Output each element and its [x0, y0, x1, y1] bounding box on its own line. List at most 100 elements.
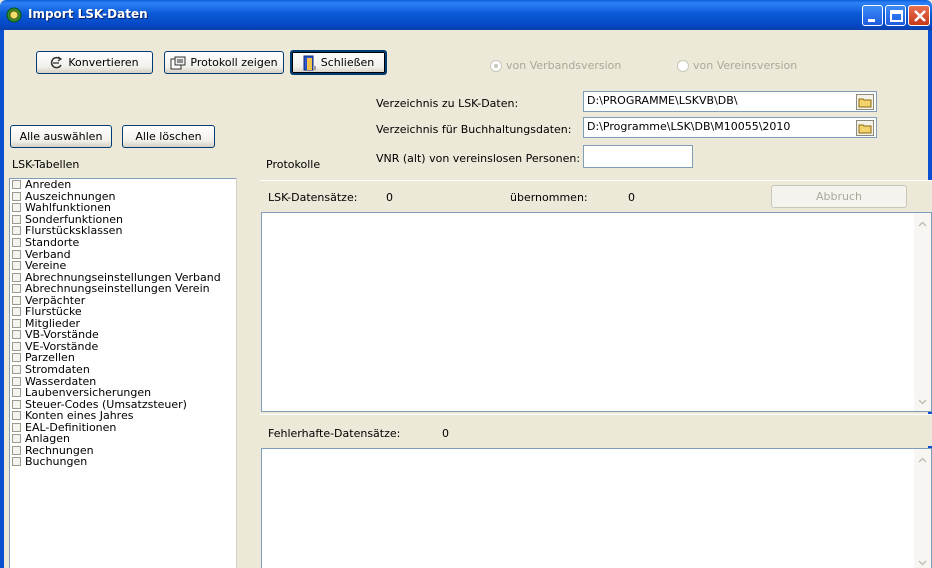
checklist-item[interactable]: Abrechnungseinstellungen Verband — [10, 271, 236, 283]
checklist-item-label: Wahlfunktionen — [25, 201, 111, 215]
checklist-item[interactable]: Wahlfunktionen — [10, 202, 236, 214]
checklist-item[interactable]: Mitglieder — [10, 318, 236, 330]
checkbox-unchecked-icon[interactable] — [12, 376, 21, 386]
lsk-datensaetze-label: LSK-Datensätze: — [268, 191, 358, 204]
fehler-protokoll-textarea[interactable] — [261, 448, 932, 568]
minimize-icon — [868, 19, 875, 22]
checklist-item[interactable]: Flurstücksklassen — [10, 225, 236, 237]
checklist-item-label: Steuer-Codes (Umsatzsteuer) — [25, 397, 187, 411]
scroll-down-icon[interactable] — [917, 557, 928, 568]
vertical-scrollbar[interactable] — [914, 213, 931, 411]
checkbox-unchecked-icon[interactable] — [12, 353, 21, 363]
checklist-item[interactable]: Vereine — [10, 260, 236, 272]
checkbox-unchecked-icon[interactable] — [12, 180, 21, 190]
maximize-button[interactable] — [885, 5, 906, 26]
checkbox-unchecked-icon[interactable] — [12, 203, 21, 213]
checkbox-unchecked-icon[interactable] — [12, 318, 21, 328]
konvertieren-label: Konvertieren — [68, 56, 139, 69]
checklist-item-label: Mitglieder — [25, 316, 80, 330]
minimize-button[interactable] — [862, 5, 883, 26]
checklist-item[interactable]: VE-Vorstände — [10, 341, 236, 353]
checklist-item[interactable]: Abrechnungseinstellungen Verein — [10, 283, 236, 295]
folder-browse-icon[interactable] — [856, 120, 874, 136]
checklist-item[interactable]: Verband — [10, 248, 236, 260]
schliessen-button[interactable]: Schließen — [290, 50, 387, 75]
checkbox-unchecked-icon[interactable] — [12, 249, 21, 259]
abbruch-button[interactable]: Abbruch — [771, 185, 907, 208]
checkbox-unchecked-icon[interactable] — [12, 457, 21, 467]
folder-browse-icon[interactable] — [856, 94, 874, 110]
lsk-protokoll-textarea[interactable] — [261, 212, 932, 412]
lsk-tabellen-header: LSK-Tabellen — [12, 158, 80, 171]
checklist-item[interactable]: Wasserdaten — [10, 375, 236, 387]
checkbox-unchecked-icon[interactable] — [12, 284, 21, 294]
scroll-down-icon[interactable] — [917, 396, 928, 407]
lsk-path-field[interactable]: D:\PROGRAMME\LSKVB\DB\ — [583, 91, 877, 112]
checkbox-unchecked-icon[interactable] — [12, 295, 21, 305]
checklist-item[interactable]: Buchungen — [10, 456, 236, 468]
checkbox-unchecked-icon[interactable] — [12, 422, 21, 432]
checklist-item-label: Wasserdaten — [25, 374, 97, 388]
checklist-item[interactable]: Laubenversicherungen — [10, 387, 236, 399]
checklist-item[interactable]: Verpächter — [10, 294, 236, 306]
checklist-item-label: Vereine — [25, 259, 67, 273]
scroll-up-icon[interactable] — [917, 455, 928, 466]
lsk-tabellen-checklist[interactable]: Anreden Auszeichnungen Wahlfunktionen Sonde… — [9, 178, 236, 568]
checklist-item-label: Verband — [25, 247, 71, 261]
checklist-item[interactable]: Parzellen — [10, 352, 236, 364]
checklist-item[interactable]: Konten eines Jahres — [10, 410, 236, 422]
checklist-item[interactable]: Flurstücke — [10, 306, 236, 318]
checkbox-unchecked-icon[interactable] — [12, 191, 21, 201]
fehlerhafte-header: Fehlerhafte-Datensätze: 0 — [260, 414, 932, 446]
checkbox-unchecked-icon[interactable] — [12, 411, 21, 421]
scroll-up-icon[interactable] — [917, 219, 928, 230]
checklist-item-label: Konten eines Jahres — [25, 409, 134, 423]
checkbox-unchecked-icon[interactable] — [12, 341, 21, 351]
checkbox-unchecked-icon[interactable] — [12, 272, 21, 282]
checklist-item[interactable]: Stromdaten — [10, 364, 236, 376]
checklist-item[interactable]: VB-Vorstände — [10, 329, 236, 341]
checkbox-unchecked-icon[interactable] — [12, 226, 21, 236]
checkbox-unchecked-icon[interactable] — [12, 330, 21, 340]
konvertieren-button[interactable]: Konvertieren — [36, 51, 153, 74]
checklist-item[interactable]: Sonderfunktionen — [10, 214, 236, 226]
close-window-button[interactable] — [908, 5, 930, 26]
uebernommen-value: 0 — [628, 191, 635, 204]
radio-unchecked-icon — [677, 59, 689, 72]
checklist-item-label: VB-Vorstände — [25, 328, 99, 342]
checkbox-unchecked-icon[interactable] — [12, 238, 21, 247]
checkbox-unchecked-icon[interactable] — [12, 214, 21, 224]
checkbox-unchecked-icon[interactable] — [12, 445, 21, 455]
checklist-item-label: Standorte — [25, 236, 80, 249]
checklist-item[interactable]: Anlagen — [10, 433, 236, 445]
checklist-item[interactable]: Auszeichnungen — [10, 191, 236, 203]
checkbox-unchecked-icon[interactable] — [12, 388, 21, 398]
checklist-item-label: Abrechnungseinstellungen Verband — [25, 270, 221, 284]
checklist-item[interactable]: EAL-Definitionen — [10, 421, 236, 433]
close-icon — [914, 10, 926, 22]
checklist-item-label: Abrechnungseinstellungen Verein — [25, 282, 210, 296]
vnr-input[interactable] — [583, 145, 693, 168]
checklist-item[interactable]: Anreden — [10, 179, 236, 191]
checklist-item-label: Anlagen — [25, 432, 71, 446]
checkbox-unchecked-icon[interactable] — [12, 365, 21, 375]
checklist-item[interactable]: Steuer-Codes (Umsatzsteuer) — [10, 398, 236, 410]
checklist-item-label: EAL-Definitionen — [25, 420, 117, 434]
checkbox-unchecked-icon[interactable] — [12, 307, 21, 317]
title-bar[interactable]: Import LSK-Daten — [0, 0, 932, 30]
checklist-item[interactable]: Standorte — [10, 237, 236, 249]
checkbox-unchecked-icon[interactable] — [12, 434, 21, 444]
checklist-item-label: Rechnungen — [25, 443, 94, 457]
radio-verbandsversion[interactable]: von Verbandsversion — [490, 59, 621, 72]
splitter[interactable] — [236, 178, 260, 568]
radio-vereinsversion[interactable]: von Vereinsversion — [677, 59, 797, 72]
checkbox-unchecked-icon[interactable] — [12, 261, 21, 271]
vertical-scrollbar[interactable] — [914, 449, 931, 568]
buchhaltung-path-field[interactable]: D:\Programme\LSK\DB\M10055\2010 — [583, 117, 877, 138]
alle-loeschen-button[interactable]: Alle löschen — [122, 125, 215, 148]
checkbox-unchecked-icon[interactable] — [12, 399, 21, 409]
checklist-item-label: Auszeichnungen — [25, 189, 116, 203]
alle-auswaehlen-button[interactable]: Alle auswählen — [10, 125, 112, 148]
checklist-item[interactable]: Rechnungen — [10, 445, 236, 457]
protokoll-zeigen-button[interactable]: Protokoll zeigen — [164, 51, 284, 74]
